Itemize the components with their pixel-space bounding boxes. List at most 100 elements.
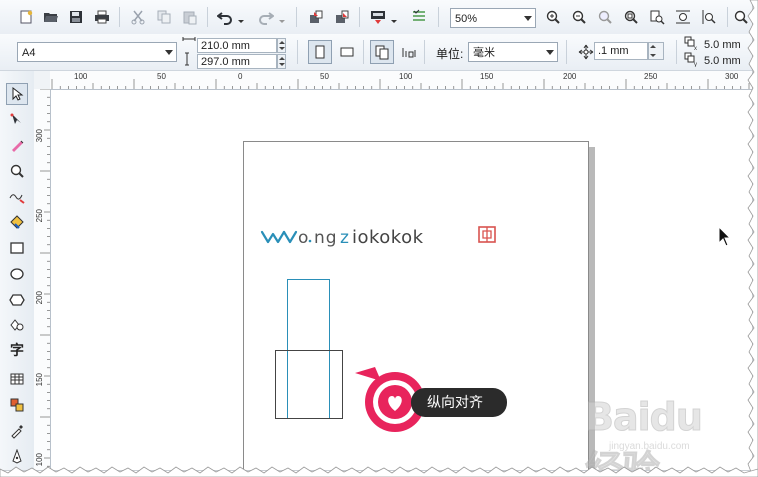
property-bar: A4 210.0 mm 297.0 mm 单位: 毫米 .1 mm x 5.0 … bbox=[0, 34, 752, 71]
text-tool-icon[interactable]: 字 bbox=[6, 339, 28, 361]
tooltip-label: 纵向对齐 bbox=[411, 388, 507, 417]
toolbar-separator bbox=[359, 7, 360, 27]
nudge-distance-value: .1 mm bbox=[598, 45, 629, 57]
rectangle-tool-icon[interactable] bbox=[6, 237, 28, 259]
zoom-height-icon[interactable] bbox=[698, 6, 720, 28]
width-stepper[interactable] bbox=[277, 38, 286, 53]
height-stepper[interactable] bbox=[277, 54, 286, 69]
ellipse-tool-icon[interactable] bbox=[6, 263, 28, 285]
all-pages-icon[interactable] bbox=[370, 40, 394, 64]
units-value: 毫米 bbox=[473, 47, 495, 59]
print-icon[interactable] bbox=[91, 6, 113, 28]
ruler-h-label: 100 bbox=[399, 72, 413, 81]
duplicate-x-icon: x bbox=[682, 36, 700, 51]
torn-edge-right bbox=[747, 0, 758, 477]
toolbar-separator bbox=[207, 7, 208, 27]
landscape-icon[interactable] bbox=[336, 41, 358, 63]
page-width-field[interactable]: 210.0 mm bbox=[197, 38, 277, 53]
ruler-h-label: 250 bbox=[644, 72, 658, 81]
baidu-watermark-url: jingyan.baidu.com bbox=[609, 441, 690, 452]
duplicate-y-icon: y bbox=[682, 52, 700, 67]
nudge-stepper[interactable] bbox=[648, 42, 664, 60]
nudge-distance-field[interactable]: .1 mm bbox=[594, 42, 648, 60]
toolbar-separator bbox=[566, 40, 567, 64]
standard-toolbar: 50% bbox=[0, 0, 752, 35]
freehand-tool-icon[interactable] bbox=[6, 185, 28, 207]
page-width-value: 210.0 mm bbox=[201, 40, 250, 52]
paper-size-select[interactable]: A4 bbox=[17, 42, 177, 62]
zoom-width-icon[interactable] bbox=[672, 6, 694, 28]
cut-icon[interactable] bbox=[127, 6, 149, 28]
zoom-page-icon[interactable] bbox=[646, 6, 668, 28]
baidu-watermark: Baidu 经验 jingyan.baidu.com bbox=[585, 395, 745, 471]
zoom-tool-icon[interactable] bbox=[6, 160, 28, 182]
open-icon[interactable] bbox=[40, 6, 62, 28]
baidu-watermark-text: Baidu 经验 bbox=[585, 395, 704, 471]
zoom-in-icon[interactable] bbox=[542, 6, 564, 28]
wongzi-logo-text[interactable]: o ng z iokokok wongziokokok bbox=[260, 222, 500, 250]
current-page-icon[interactable] bbox=[398, 41, 420, 63]
units-select[interactable]: 毫米 bbox=[468, 42, 558, 62]
vertical-ruler[interactable]: 300 250 200 150 100 bbox=[34, 89, 51, 470]
ruler-h-label: 0 bbox=[238, 72, 243, 81]
zoom-all-icon[interactable] bbox=[620, 6, 642, 28]
toolbar-separator bbox=[363, 40, 364, 64]
ruler-h-label: 300 bbox=[725, 72, 739, 81]
undo-icon[interactable] bbox=[214, 6, 236, 28]
zoom-out-icon[interactable] bbox=[568, 6, 590, 28]
ruler-corner[interactable] bbox=[34, 71, 51, 90]
paste-icon[interactable] bbox=[179, 6, 201, 28]
shape-group-icon[interactable] bbox=[6, 314, 28, 336]
copy-icon[interactable] bbox=[153, 6, 175, 28]
launcher-dropdown-icon[interactable] bbox=[389, 10, 399, 32]
svg-text:y: y bbox=[694, 62, 697, 67]
page-height-value: 297.0 mm bbox=[201, 56, 250, 68]
toolbar-separator bbox=[676, 40, 677, 64]
corel-window: 50% A4 210.0 mm 297.0 mm 单位: 毫米 .1 mm x bbox=[0, 0, 753, 471]
ruler-v-label: 200 bbox=[35, 291, 44, 305]
ruler-v-label: 150 bbox=[35, 373, 44, 387]
polygon-tool-icon[interactable] bbox=[6, 289, 28, 311]
fill-tool-icon[interactable] bbox=[6, 211, 28, 233]
zoom-selected-icon[interactable] bbox=[594, 6, 616, 28]
toolbar-separator bbox=[297, 40, 298, 64]
export-icon[interactable] bbox=[331, 6, 353, 28]
toolbar-separator bbox=[438, 7, 439, 27]
ruler-h-label: 200 bbox=[563, 72, 577, 81]
ruler-h-label: 150 bbox=[480, 72, 494, 81]
text-tool-glyph: 字 bbox=[10, 343, 24, 359]
chevron-down-icon bbox=[524, 16, 532, 21]
smart-fill-icon[interactable] bbox=[6, 134, 28, 156]
options-icon[interactable] bbox=[408, 6, 430, 28]
new-document-icon[interactable] bbox=[15, 6, 37, 28]
ruler-v-label: 250 bbox=[35, 209, 44, 223]
ruler-h-label: 50 bbox=[157, 72, 166, 81]
units-label: 单位: bbox=[436, 47, 464, 61]
interactive-tool-icon[interactable] bbox=[6, 394, 28, 416]
width-icon bbox=[181, 36, 197, 50]
square-rectangle-shape[interactable] bbox=[275, 350, 343, 419]
page-height-field[interactable]: 297.0 mm bbox=[197, 54, 277, 69]
horizontal-ruler[interactable]: 100 50 0 50 100 150 200 250 300 bbox=[50, 71, 752, 90]
undo-dropdown-icon[interactable] bbox=[236, 10, 246, 32]
app-launcher-icon[interactable] bbox=[367, 6, 389, 28]
zoom-level-value: 50% bbox=[455, 13, 478, 25]
redo-dropdown-icon[interactable] bbox=[277, 10, 287, 32]
portrait-icon[interactable] bbox=[308, 40, 332, 64]
save-icon[interactable] bbox=[65, 6, 87, 28]
shape-tool-icon[interactable] bbox=[6, 109, 28, 131]
redo-icon[interactable] bbox=[255, 6, 277, 28]
torn-edge-bottom bbox=[0, 466, 758, 477]
table-tool-icon[interactable] bbox=[6, 368, 28, 390]
toolbar-separator bbox=[424, 40, 425, 64]
toolbox: 字 bbox=[0, 71, 35, 470]
mouse-cursor-icon bbox=[718, 225, 732, 253]
svg-text:z: z bbox=[340, 228, 349, 248]
zoom-level-select[interactable]: 50% bbox=[450, 8, 536, 28]
import-icon[interactable] bbox=[305, 6, 327, 28]
eyedropper-tool-icon[interactable] bbox=[6, 420, 28, 442]
ruler-v-label: 300 bbox=[35, 129, 44, 143]
pick-tool-icon[interactable] bbox=[6, 83, 28, 105]
logo-text-art: o ng z iokokok bbox=[260, 226, 496, 248]
svg-text:o: o bbox=[298, 228, 309, 248]
